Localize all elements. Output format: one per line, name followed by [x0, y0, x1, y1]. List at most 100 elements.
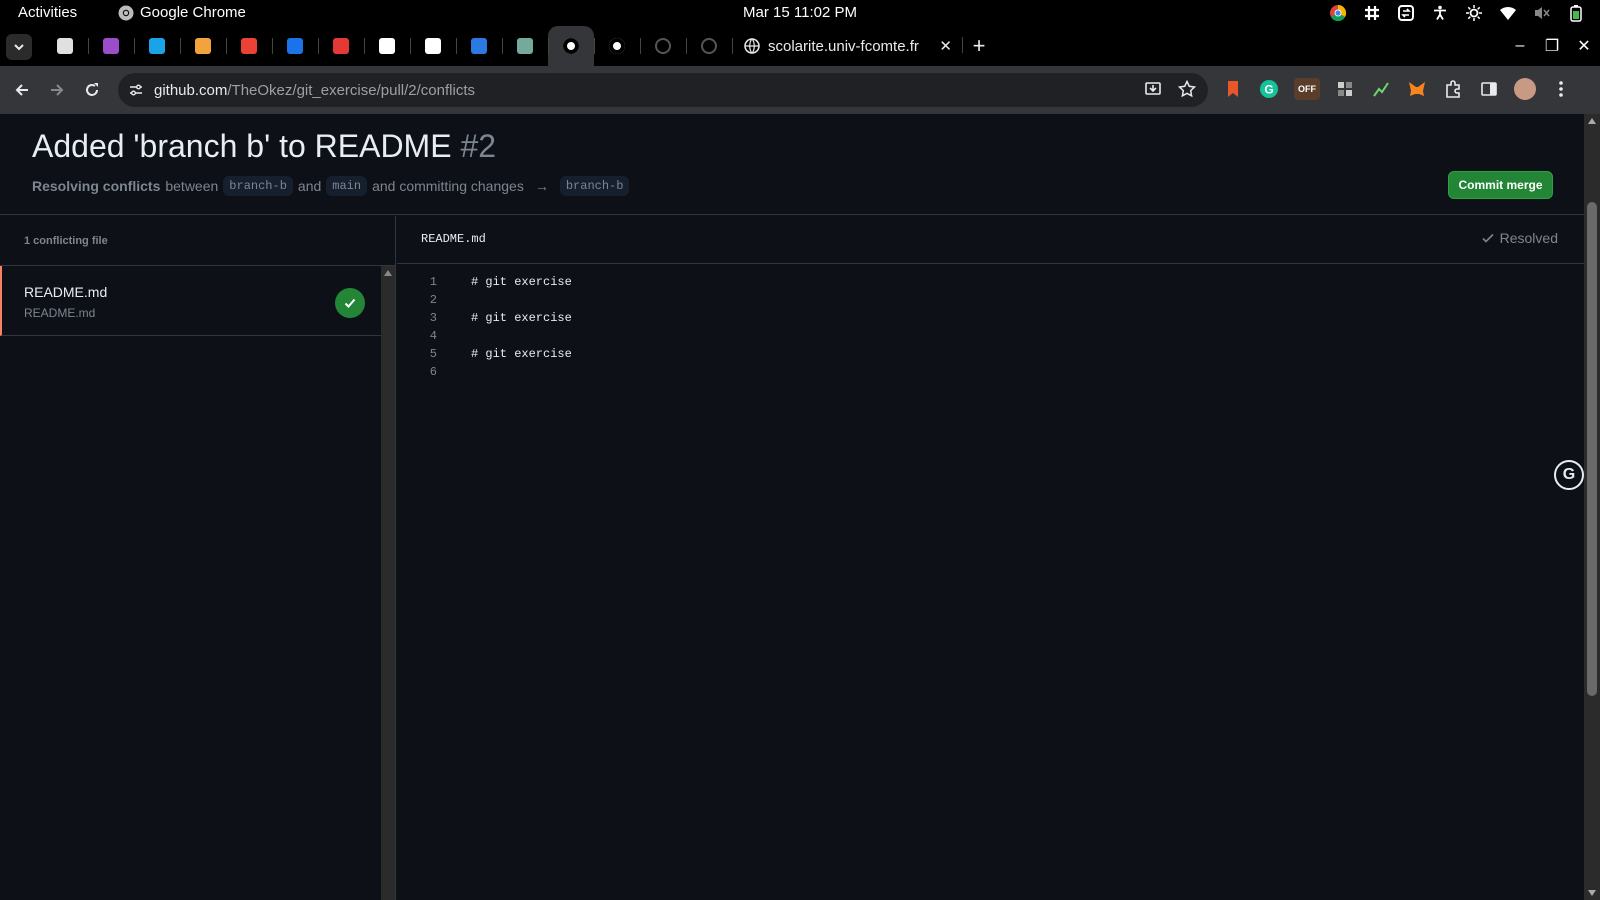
- gmail-icon: [241, 38, 257, 54]
- pinned-tab[interactable]: [88, 26, 134, 66]
- address-bar[interactable]: github.com/TheOkez/git_exercise/pull/2/c…: [118, 73, 1208, 107]
- accessibility-icon[interactable]: [1430, 3, 1450, 23]
- pinned-tab[interactable]: [42, 26, 88, 66]
- resolved-label: Resolved: [1499, 230, 1558, 246]
- tab-active-scolarite[interactable]: scolarite.univ-fcomte.fr ✕: [732, 26, 962, 66]
- tab-close-icon[interactable]: ✕: [939, 37, 952, 55]
- pinned-tab[interactable]: [548, 26, 594, 66]
- conflict-file-item[interactable]: README.md README.md: [0, 266, 381, 336]
- brightness-icon[interactable]: [1464, 3, 1484, 23]
- drupal-icon: [471, 38, 487, 54]
- arrow-left-icon: [15, 84, 28, 96]
- volume-muted-icon[interactable]: [1532, 3, 1552, 23]
- line-number: 3: [429, 311, 437, 325]
- svg-text:G: G: [1264, 83, 1273, 97]
- pinned-tab[interactable]: [226, 26, 272, 66]
- line-number: 2: [429, 293, 437, 307]
- commit-merge-button[interactable]: Commit merge: [1448, 171, 1553, 199]
- pinned-tab[interactable]: [502, 26, 548, 66]
- slack-icon[interactable]: [1362, 3, 1382, 23]
- sync-icon[interactable]: [1396, 3, 1416, 23]
- chatgpt-icon: [517, 38, 533, 54]
- line-number: 5: [429, 347, 437, 361]
- pr-subtitle: Resolving conflicts between branch-b and…: [32, 176, 630, 196]
- tab-title: scolarite.univ-fcomte.fr: [768, 37, 919, 55]
- bookmark-star-icon[interactable]: [1177, 79, 1197, 103]
- code-lines[interactable]: 1 # git exercise 2 3 # git exercise 4 5 # g…: [397, 273, 572, 381]
- system-tray: [1328, 3, 1586, 23]
- committing-text: and committing changes: [372, 178, 524, 194]
- forward-button[interactable]: [45, 78, 69, 102]
- c-app-icon: [149, 38, 165, 54]
- line-content[interactable]: # git exercise: [471, 275, 572, 289]
- url-path: /TheOkez/git_exercise/pull/2/conflicts: [227, 81, 475, 99]
- chrome-menu-icon[interactable]: [1550, 78, 1572, 100]
- and-text: and: [297, 178, 322, 194]
- globe-icon: [744, 38, 760, 54]
- battery-icon[interactable]: [1566, 3, 1586, 23]
- grid-ext-icon[interactable]: [1334, 78, 1356, 100]
- tab-strip: scolarite.univ-fcomte.fr ✕ + – ❐ ✕: [0, 26, 1600, 66]
- line-content[interactable]: # git exercise: [471, 311, 572, 325]
- off-badge-ext-icon[interactable]: OFF: [1294, 78, 1320, 100]
- restore-icon[interactable]: ❐: [1536, 36, 1568, 56]
- site-info-icon[interactable]: [118, 82, 154, 98]
- scroll-up-arrow-icon[interactable]: [1588, 118, 1596, 124]
- github-conflict-page: Added 'branch b' to README #2 Resolving …: [0, 114, 1584, 900]
- triangle-app-icon: [379, 38, 395, 54]
- pinned-tab[interactable]: [272, 26, 318, 66]
- loading-icon: [701, 38, 717, 54]
- resolved-check-icon: [335, 288, 365, 318]
- pinned-tab[interactable]: [686, 26, 732, 66]
- install-app-icon[interactable]: [1144, 80, 1162, 103]
- tabs: scolarite.univ-fcomte.fr ✕ +: [42, 26, 996, 66]
- back-button[interactable]: [10, 78, 34, 102]
- pinned-tab[interactable]: [594, 26, 640, 66]
- metamask-icon[interactable]: [1406, 78, 1428, 100]
- bookmark-ext-icon[interactable]: [1222, 78, 1244, 100]
- wifi-icon[interactable]: [1498, 3, 1518, 23]
- photos-icon: [195, 38, 211, 54]
- conflicting-files-header: 1 conflicting file: [0, 216, 395, 266]
- reload-button[interactable]: [80, 78, 104, 102]
- extensions-bar: G OFF: [1222, 78, 1572, 100]
- head-branch-label[interactable]: branch-b: [223, 176, 293, 196]
- profile-avatar[interactable]: [1514, 78, 1536, 100]
- tab-search-button[interactable]: [6, 34, 32, 60]
- scroll-down-arrow-icon[interactable]: [1588, 890, 1596, 896]
- scrollbar-thumb[interactable]: [1587, 202, 1597, 696]
- arrow-right-icon: [51, 84, 64, 96]
- grammarly-floating-icon[interactable]: G: [1554, 460, 1584, 490]
- code-line: 5 # git exercise: [397, 345, 572, 363]
- reload-icon: [86, 83, 98, 96]
- window-controls: – ❐ ✕: [1504, 26, 1600, 66]
- close-window-icon[interactable]: ✕: [1568, 36, 1600, 56]
- code-line: 6: [397, 363, 572, 381]
- pinned-tab[interactable]: [180, 26, 226, 66]
- extensions-puzzle-icon[interactable]: [1442, 78, 1464, 100]
- pinned-tab[interactable]: [640, 26, 686, 66]
- chevron-down-icon: [14, 44, 24, 51]
- minimize-icon[interactable]: –: [1504, 37, 1536, 55]
- base-branch-label[interactable]: main: [326, 176, 368, 196]
- pinned-tab[interactable]: [364, 26, 410, 66]
- pinned-tab[interactable]: [456, 26, 502, 66]
- notes-icon: [57, 38, 73, 54]
- grammarly-icon[interactable]: G: [1258, 78, 1280, 100]
- pinned-tab[interactable]: [318, 26, 364, 66]
- line-content[interactable]: # git exercise: [471, 347, 572, 361]
- chart-ext-icon[interactable]: [1370, 78, 1392, 100]
- github-icon: [563, 38, 579, 54]
- page-scrollbar[interactable]: [1584, 114, 1600, 900]
- target-branch-label[interactable]: branch-b: [559, 176, 630, 196]
- pinned-tab[interactable]: [134, 26, 180, 66]
- line-number: 4: [429, 329, 437, 343]
- chrome-tray-icon[interactable]: [1328, 3, 1348, 23]
- new-tab-button[interactable]: +: [962, 33, 996, 59]
- pr-title-text: Added 'branch b' to README: [32, 128, 452, 164]
- side-panel-icon[interactable]: [1478, 78, 1500, 100]
- scroll-up-arrow-icon[interactable]: [384, 270, 392, 276]
- sidebar-scrollbar[interactable]: [381, 266, 395, 900]
- check-icon: [1482, 233, 1494, 243]
- pinned-tab[interactable]: [410, 26, 456, 66]
